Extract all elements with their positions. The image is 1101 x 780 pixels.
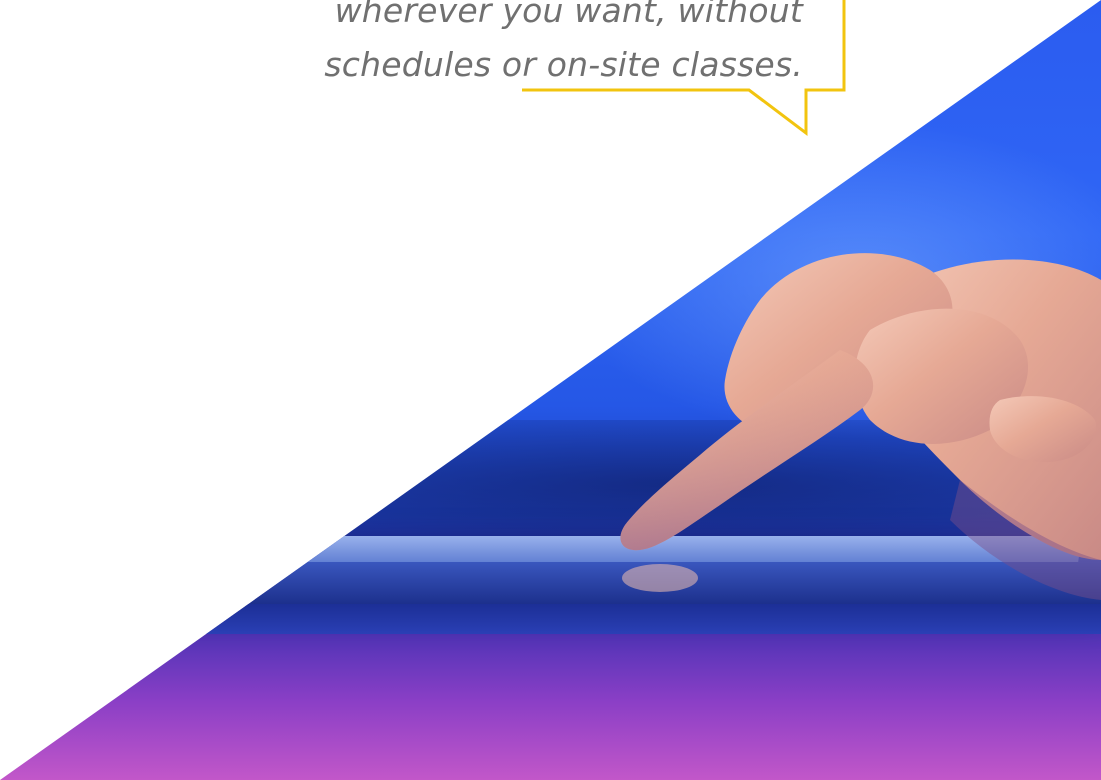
callout-text: wherever you want, without schedules or … [183,0,803,92]
callout-line-2: schedules or on-site classes. [324,45,803,84]
hero-photo [0,0,1101,780]
page: wherever you want, without schedules or … [0,0,1101,780]
fingertip-reflection [622,564,698,592]
hand-illustration [620,253,1101,600]
callout-line-1: wherever you want, without [334,0,803,30]
